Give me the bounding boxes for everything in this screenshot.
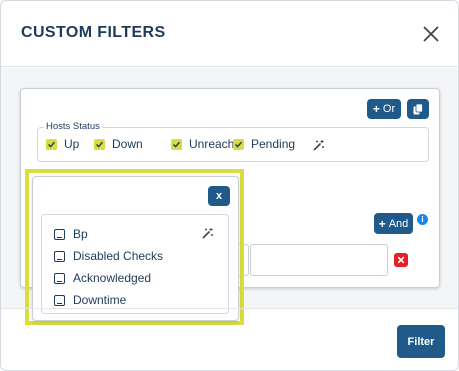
hosts-status-option-pending[interactable]: Pending	[233, 137, 295, 151]
checkbox-unchecked-icon[interactable]	[54, 272, 65, 284]
option-label: Pending	[251, 137, 296, 151]
item-label: Bp	[73, 227, 88, 241]
option-label: Down	[112, 137, 143, 151]
copy-icon	[413, 103, 423, 114]
magic-wand-icon[interactable]	[201, 227, 214, 240]
hosts-status-legend: Hosts Status	[44, 121, 102, 132]
footer-divider	[1, 308, 458, 309]
plus-icon: +	[372, 102, 380, 116]
add-and-button[interactable]: + And	[374, 213, 413, 234]
dropdown-close-button[interactable]: x	[208, 186, 230, 206]
dropdown-list: Bp Disabled Checks Acknowledged Downtime	[41, 214, 229, 314]
remove-icon	[397, 256, 405, 264]
and-label: And	[388, 217, 409, 230]
modal-header: CUSTOM FILTERS	[1, 1, 458, 67]
checkbox-unchecked-icon[interactable]	[54, 294, 65, 306]
checkbox-checked-icon[interactable]	[94, 138, 105, 150]
magic-wand-icon[interactable]	[312, 139, 325, 152]
dropdown-close-label: x	[215, 190, 223, 202]
option-label: Up	[64, 137, 80, 151]
copy-button[interactable]	[407, 99, 429, 119]
checkbox-checked-icon[interactable]	[46, 138, 57, 150]
hosts-status-option-up[interactable]: Up	[46, 137, 79, 151]
hosts-status-group: Hosts Status Up Down Unreach Pending	[37, 121, 429, 162]
add-or-button[interactable]: + Or	[367, 99, 401, 119]
filter-value-input[interactable]	[250, 244, 388, 276]
item-label: Downtime	[73, 293, 127, 307]
modal-title: CUSTOM FILTERS	[21, 24, 166, 41]
info-icon[interactable]: i	[417, 214, 428, 225]
checkbox-unchecked-icon[interactable]	[54, 250, 65, 262]
hosts-status-option-down[interactable]: Down	[94, 137, 143, 151]
plus-icon: +	[378, 216, 386, 231]
list-item[interactable]: Bp	[54, 227, 88, 241]
checkbox-unchecked-icon[interactable]	[54, 228, 65, 240]
remove-condition-button[interactable]	[394, 253, 408, 267]
filter-button[interactable]: Filter	[397, 325, 445, 358]
item-label: Acknowledged	[73, 271, 152, 285]
custom-filters-modal: CUSTOM FILTERS + Or Hosts Status Up Down…	[0, 0, 459, 371]
list-item[interactable]: Acknowledged	[54, 271, 151, 285]
list-item[interactable]: Disabled Checks	[54, 249, 163, 263]
close-icon[interactable]	[420, 23, 442, 45]
checkbox-checked-icon[interactable]	[171, 138, 182, 150]
hosts-status-option-unreach[interactable]: Unreach	[171, 137, 234, 151]
item-label: Disabled Checks	[73, 249, 164, 263]
attribute-dropdown: x Bp Disabled Checks Acknowledged Downti…	[32, 176, 239, 321]
option-label: Unreach	[189, 137, 235, 151]
or-label: Or	[382, 103, 396, 115]
list-item[interactable]: Downtime	[54, 293, 126, 307]
checkbox-checked-icon[interactable]	[233, 138, 244, 150]
